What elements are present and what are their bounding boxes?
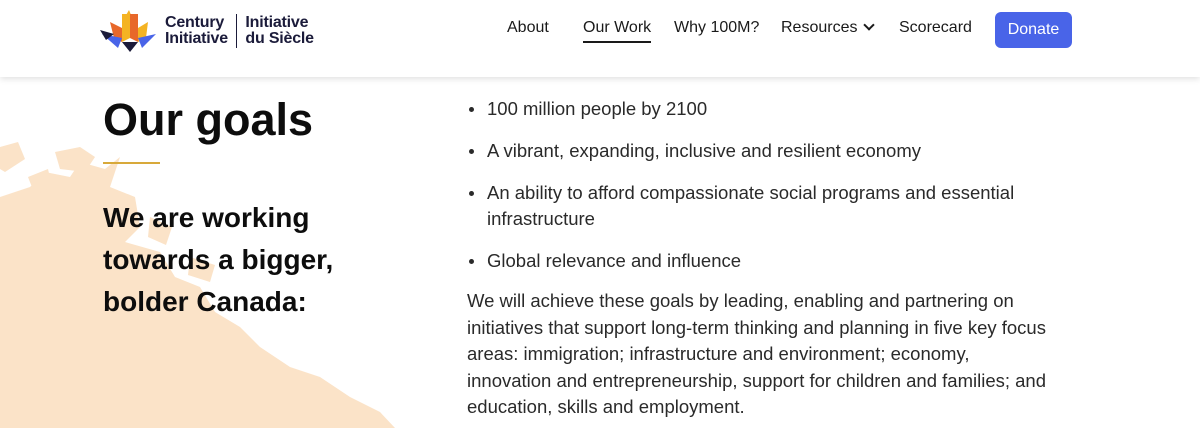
nav-item-scorecard[interactable]: Scorecard (899, 18, 972, 38)
nav-item-our-work[interactable]: Our Work (583, 18, 652, 43)
goal-item: 100 million people by 2100 (467, 96, 1047, 122)
section-subtitle: We are working towards a bigger, bolder … (103, 202, 334, 317)
chevron-down-icon (863, 19, 876, 31)
donate-button[interactable]: Donate (995, 12, 1072, 48)
page-title: Our goals (103, 94, 314, 145)
main-nav: About Our Work Why 100M? Resources Score… (0, 0, 1200, 77)
site-header: Century Initiative Initiative du Siècle … (0, 0, 1200, 77)
goal-item: An ability to afford compassionate socia… (467, 180, 1047, 232)
nav-item-resources-label: Resources (781, 19, 858, 36)
goal-item: A vibrant, expanding, inclusive and resi… (467, 138, 1047, 164)
nav-item-resources[interactable]: Resources (781, 18, 876, 38)
nav-item-about[interactable]: About (507, 18, 549, 38)
goals-list: 100 million people by 2100 A vibrant, ex… (467, 96, 1047, 290)
title-underline (103, 162, 160, 164)
focus-areas-paragraph: We will achieve these goals by leading, … (467, 290, 1047, 417)
goal-item: Global relevance and influence (467, 248, 1047, 274)
nav-item-why-100m[interactable]: Why 100M? (674, 18, 759, 38)
